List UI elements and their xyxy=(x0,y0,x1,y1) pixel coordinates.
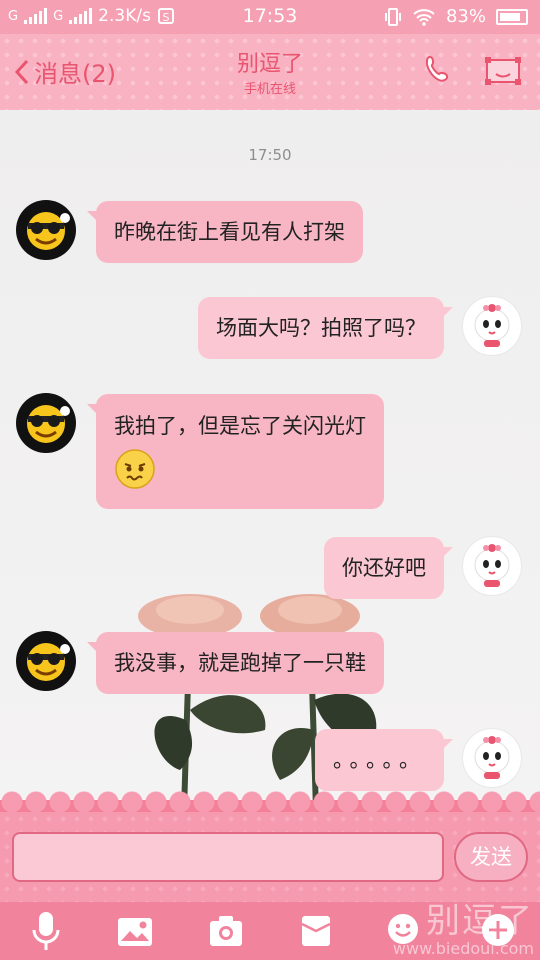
message-text: 。。。。。 xyxy=(333,748,426,772)
message-bubble-outgoing[interactable]: 。。。。。 xyxy=(315,729,453,791)
input-panel: 发送 别逗了 www.biedoul.com xyxy=(0,790,540,960)
scallop-border xyxy=(0,790,540,814)
camera-icon[interactable] xyxy=(208,914,244,948)
girl-avatar-icon xyxy=(474,304,510,347)
watermark: 别逗了 www.biedoul.com xyxy=(393,903,534,958)
my-avatar[interactable] xyxy=(462,728,522,788)
girl-avatar-icon xyxy=(474,544,510,587)
vibrate-icon xyxy=(384,7,401,26)
smiley-sunglasses-avatar-icon xyxy=(27,643,70,681)
send-button[interactable]: 发送 xyxy=(454,832,528,882)
message-text: 我拍了，但是忘了关闪光灯 xyxy=(114,414,366,438)
message-text: 我没事，就是跑掉了一只鞋 xyxy=(114,651,366,675)
watermark-url: www.biedoul.com xyxy=(392,939,534,958)
contact-avatar[interactable] xyxy=(16,631,76,691)
message-text: 昨晚在街上看见有人打架 xyxy=(114,220,345,244)
message-bubble-outgoing[interactable]: 你还好吧 xyxy=(324,537,453,599)
contact-avatar[interactable] xyxy=(16,200,76,260)
phone-icon[interactable] xyxy=(424,54,454,86)
contact-name: 别逗了 xyxy=(236,52,303,77)
message-bubble-incoming[interactable]: 我没事，就是跑掉了一只鞋 xyxy=(87,632,384,694)
smiley-sunglasses-avatar-icon xyxy=(27,405,70,443)
profile-icon[interactable] xyxy=(484,56,522,86)
smiley-sunglasses-avatar-icon xyxy=(27,212,70,250)
chat-area[interactable]: 17:50 昨晚在街上看见有人打架 场面大吗？拍照了吗？ 我拍了，但是忘了关闪光… xyxy=(0,110,540,800)
message-bubble-outgoing[interactable]: 场面大吗？拍照了吗？ xyxy=(198,297,453,359)
wifi-icon xyxy=(413,8,435,26)
chat-header: 消息(2) 别逗了 手机在线 xyxy=(0,34,540,110)
message-bubble-incoming[interactable]: 我拍了，但是忘了关闪光灯 xyxy=(87,394,384,509)
battery-percent: 83% xyxy=(445,6,486,27)
contact-avatar[interactable] xyxy=(16,393,76,453)
message-bubble-incoming[interactable]: 昨晚在街上看见有人打架 xyxy=(87,201,363,263)
image-icon[interactable] xyxy=(116,916,154,948)
girl-avatar-icon xyxy=(474,736,510,779)
message-timestamp: 17:50 xyxy=(248,146,292,164)
microphone-icon[interactable] xyxy=(30,910,62,954)
message-text: 你还好吧 xyxy=(342,556,426,580)
embarrassed-emoji-icon xyxy=(114,448,156,495)
battery-icon xyxy=(496,8,528,25)
status-bar: G G 2.3K/s S 17:53 83% xyxy=(0,0,540,34)
envelope-icon[interactable] xyxy=(300,914,332,948)
message-text: 场面大吗？拍照了吗？ xyxy=(216,316,426,340)
online-status: 手机在线 xyxy=(243,82,296,97)
my-avatar[interactable] xyxy=(462,296,522,356)
message-input[interactable] xyxy=(12,832,444,882)
watermark-title: 别逗了 xyxy=(426,901,534,941)
my-avatar[interactable] xyxy=(462,536,522,596)
